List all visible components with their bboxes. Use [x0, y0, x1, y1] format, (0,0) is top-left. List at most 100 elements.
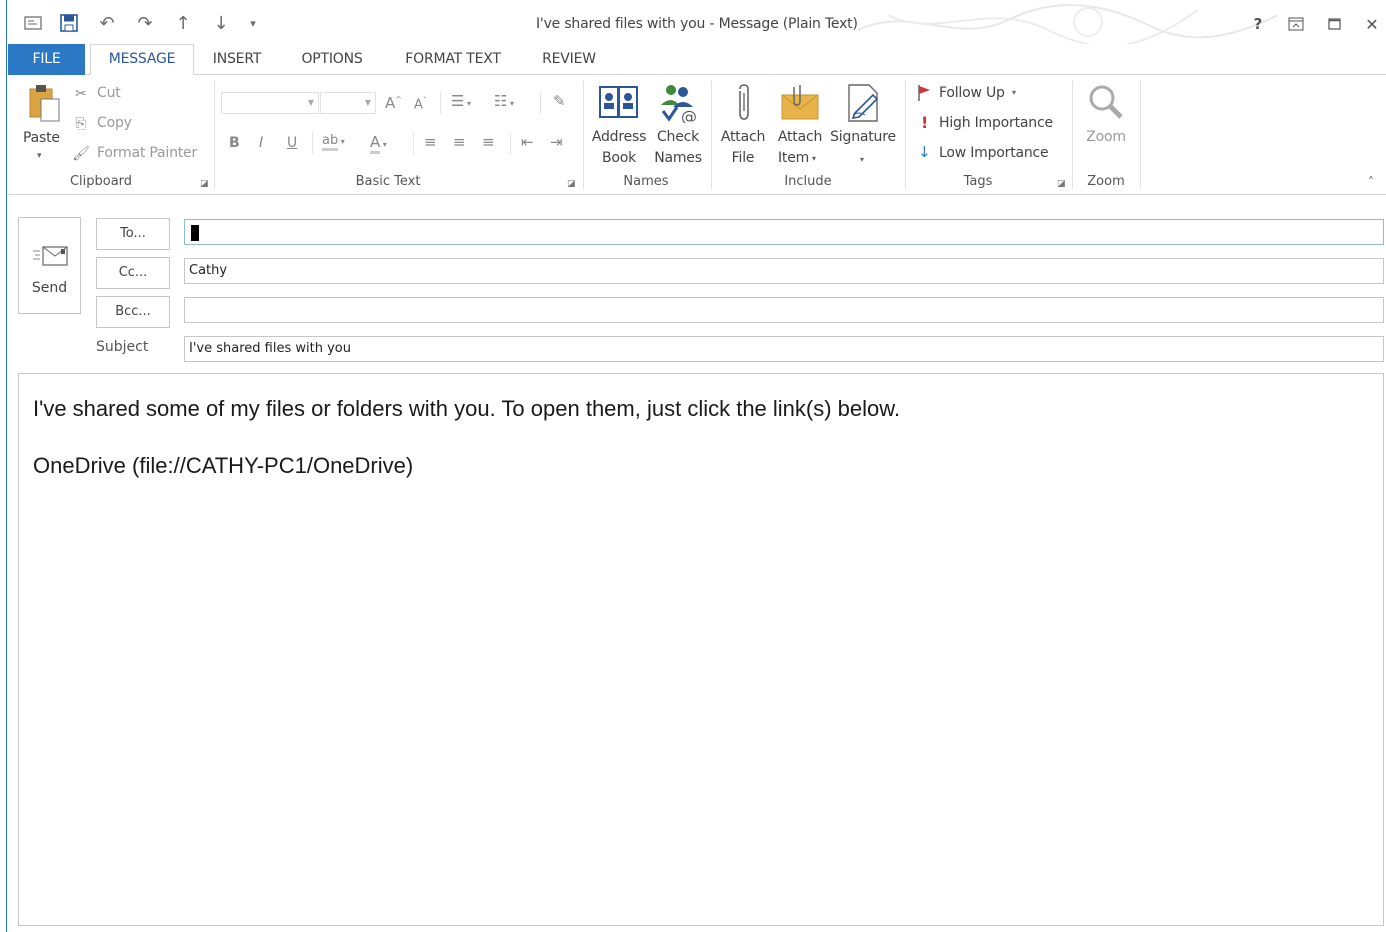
group-separator — [1072, 81, 1073, 189]
copy-button[interactable]: Copy — [97, 115, 132, 131]
close-icon[interactable]: ✕ — [1360, 12, 1384, 36]
bcc-field[interactable] — [184, 297, 1384, 323]
paste-button[interactable]: Paste ▾ — [16, 81, 66, 167]
cc-field[interactable]: Cathy — [184, 258, 1384, 284]
underline-button[interactable]: U — [287, 135, 297, 151]
group-separator — [583, 81, 584, 189]
attach-file-label-2: File — [731, 150, 755, 166]
maximize-icon[interactable] — [1322, 12, 1346, 36]
high-importance-icon: ! — [921, 113, 929, 132]
align-center-icon[interactable]: ≡ — [453, 133, 466, 151]
address-book-button[interactable]: Address Book — [590, 81, 648, 171]
bcc-button[interactable]: Bcc... — [96, 296, 170, 328]
tab-review[interactable]: REVIEW — [532, 44, 606, 74]
check-names-label-1: Check — [656, 129, 700, 145]
clipboard-group-label: Clipboard — [69, 174, 133, 189]
subject-label: Subject — [96, 339, 149, 355]
customize-qat-icon[interactable]: ▾ — [242, 12, 264, 34]
shrink-font-icon[interactable]: Aˇ — [414, 96, 427, 112]
attach-item-icon — [781, 85, 819, 120]
save-icon[interactable] — [58, 12, 80, 34]
to-button[interactable]: To... — [96, 218, 170, 250]
message-body[interactable]: I've shared some of my files or folders … — [18, 373, 1384, 926]
italic-button[interactable]: I — [259, 135, 263, 151]
zoom-group-label: Zoom — [1087, 174, 1125, 189]
help-icon[interactable]: ? — [1246, 12, 1270, 36]
tab-options[interactable]: OPTIONS — [290, 44, 374, 74]
body-text-line-1: I've shared some of my files or folders … — [33, 396, 901, 421]
clear-formatting-icon[interactable]: ✎ — [553, 92, 566, 110]
highlight-icon[interactable]: ab ▾ — [322, 133, 345, 151]
group-separator — [711, 81, 712, 189]
tags-group-label: Tags — [963, 174, 993, 189]
check-names-button[interactable]: @ Check Names — [650, 81, 706, 171]
previous-item-icon[interactable]: ↑ — [172, 12, 194, 34]
address-book-label-2: Book — [601, 150, 637, 166]
cut-icon: ✂ — [75, 86, 87, 102]
cut-button[interactable]: Cut — [97, 85, 121, 101]
attach-item-dropdown-icon: ▾ — [812, 154, 817, 163]
clipboard-launcher-icon[interactable]: ◪ — [200, 179, 209, 189]
paperclip-icon — [739, 84, 749, 120]
tab-insert[interactable]: INSERT — [202, 44, 272, 74]
format-painter-button[interactable]: Format Painter — [97, 145, 197, 161]
font-size-dropdown[interactable]: ▼ — [320, 92, 376, 114]
tab-file[interactable]: FILE — [8, 44, 85, 75]
title-bar: ↶ ↷ ↑ ↓ ▾ I've shared files with you - M… — [8, 0, 1386, 44]
tab-format-text[interactable]: FORMAT TEXT — [394, 44, 512, 74]
increase-indent-icon[interactable]: ⇥ — [550, 133, 563, 151]
group-separator — [905, 81, 906, 189]
magnifier-icon — [1089, 85, 1123, 119]
font-color-icon[interactable]: A ▾ — [370, 133, 387, 154]
decrease-indent-icon[interactable]: ⇤ — [521, 133, 534, 151]
body-text-line-2: OneDrive (file://CATHY-PC1/OneDrive) — [33, 453, 414, 478]
cc-button[interactable]: Cc... — [96, 257, 170, 289]
paste-icon — [29, 85, 60, 122]
zoom-button[interactable]: Zoom — [1078, 81, 1134, 161]
send-button[interactable]: Send — [18, 217, 81, 314]
group-separator — [1140, 81, 1141, 189]
grow-font-icon[interactable]: A^ — [385, 94, 402, 112]
separator — [413, 132, 414, 154]
tags-launcher-icon[interactable]: ◪ — [1057, 179, 1066, 189]
address-book-label-1: Address — [591, 129, 647, 145]
redo-icon[interactable]: ↷ — [134, 12, 156, 34]
next-item-icon[interactable]: ↓ — [210, 12, 232, 34]
undo-icon[interactable]: ↶ — [96, 12, 118, 34]
message-window-icon[interactable] — [22, 12, 44, 34]
attach-item-button[interactable]: Attach Item ▾ — [772, 81, 828, 171]
to-field[interactable] — [184, 219, 1384, 245]
ribbon: Paste ▾ ✂ Cut ⎘ Copy 🖌 Format Painter Cl… — [8, 75, 1386, 195]
ribbon-display-icon[interactable] — [1284, 12, 1308, 36]
attach-file-button[interactable]: Attach File — [716, 81, 770, 171]
align-left-icon[interactable]: ≡ — [424, 133, 437, 151]
names-group-label: Names — [623, 174, 669, 189]
zoom-label: Zoom — [1086, 129, 1126, 145]
signature-button[interactable]: Signature ▾ — [828, 81, 898, 171]
format-painter-icon: 🖌 — [72, 146, 90, 162]
low-importance-icon: ↓ — [918, 143, 931, 161]
check-names-icon: @ — [661, 85, 697, 123]
separator — [540, 92, 541, 114]
numbering-icon[interactable]: ☷ ▾ — [494, 92, 514, 110]
high-importance-button[interactable]: High Importance — [939, 115, 1053, 131]
address-book-icon — [599, 86, 638, 118]
follow-up-button[interactable]: Follow Up — [939, 85, 1005, 101]
align-right-icon[interactable]: ≡ — [482, 133, 495, 151]
font-family-dropdown[interactable]: ▼ — [221, 92, 319, 114]
follow-up-dropdown-icon: ▾ — [1012, 88, 1017, 97]
tab-message[interactable]: MESSAGE — [90, 44, 194, 75]
signature-icon — [848, 84, 879, 122]
subject-field[interactable]: I've shared files with you — [184, 336, 1384, 362]
separator — [312, 132, 313, 154]
collapse-ribbon-icon[interactable]: ˄ — [1368, 175, 1374, 189]
bullets-icon[interactable]: ☰ ▾ — [451, 92, 471, 110]
basic-text-launcher-icon[interactable]: ◪ — [567, 179, 576, 189]
window-left-border — [0, 0, 7, 932]
group-separator — [214, 81, 215, 189]
low-importance-button[interactable]: Low Importance — [939, 145, 1049, 161]
include-group-label: Include — [784, 174, 832, 189]
signature-label: Signature — [830, 129, 896, 145]
bold-button[interactable]: B — [229, 135, 240, 151]
check-names-label-2: Names — [654, 150, 702, 166]
